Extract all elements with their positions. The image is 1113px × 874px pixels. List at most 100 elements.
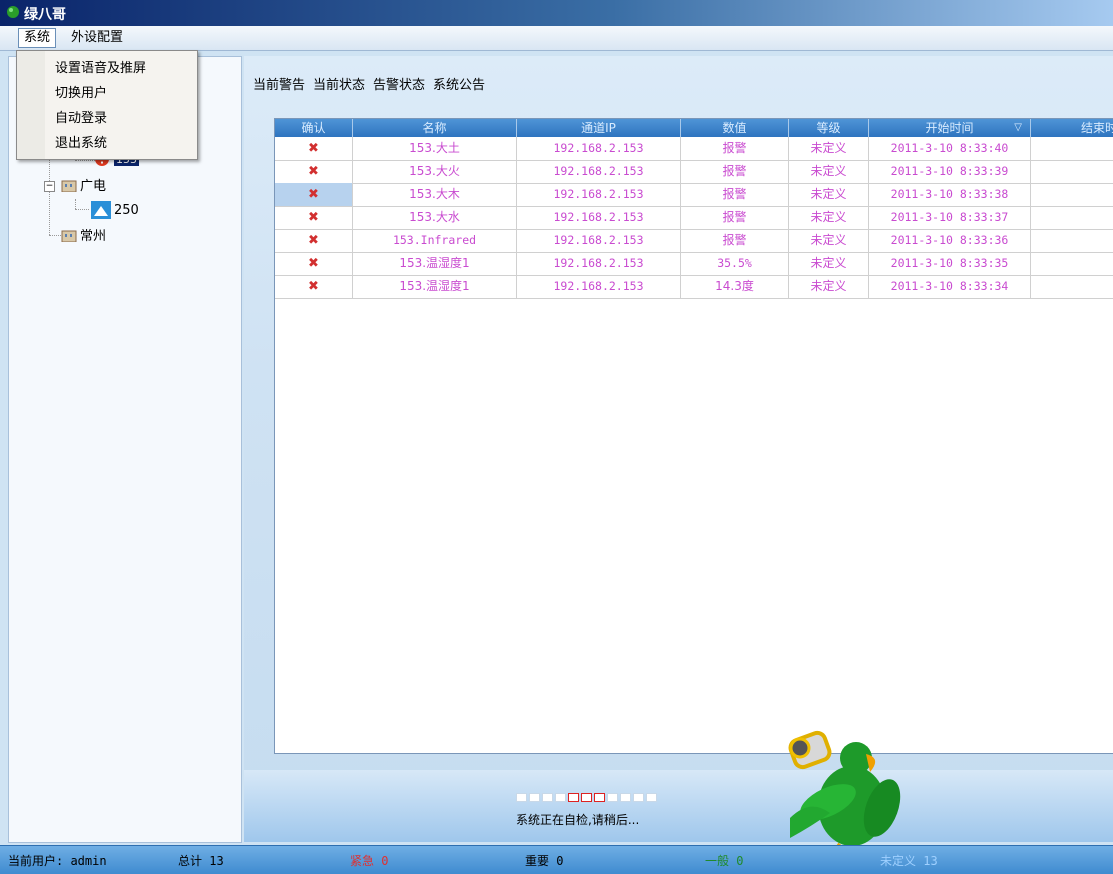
- progress-segment-active: [594, 793, 605, 802]
- parrot-mascot-icon: [788, 730, 901, 853]
- table-row[interactable]: ✖ 153.大水 192.168.2.153 报警 未定义 2011-3-10 8:33:…: [275, 206, 1113, 230]
- cell-ip: 192.168.2.153: [517, 275, 681, 298]
- cell-end-time: [1031, 137, 1113, 160]
- table-row[interactable]: ✖ 153.大木 192.168.2.153 报警 未定义 2011-3-10 8:33:…: [275, 183, 1113, 207]
- tab-system-notice[interactable]: 系统公告: [432, 74, 486, 93]
- tree-connector: [49, 157, 50, 235]
- app-logo-icon: [7, 6, 19, 18]
- progress-segment-active: [581, 793, 592, 802]
- cell-end-time: [1031, 183, 1113, 206]
- acknowledge-x-icon[interactable]: ✖: [308, 164, 319, 179]
- cell-end-time: [1031, 206, 1113, 229]
- cell-end-time: [1031, 252, 1113, 275]
- progress-segment: [607, 793, 618, 802]
- menu-peripheral-config[interactable]: 外设配置: [66, 29, 128, 47]
- menu-system[interactable]: 系统: [18, 28, 57, 48]
- cell-name: 153.大水: [353, 206, 517, 229]
- status-current-user: 当前用户: admin: [8, 854, 107, 868]
- acknowledge-x-icon[interactable]: ✖: [308, 187, 319, 202]
- cell-level: 未定义: [789, 252, 869, 275]
- cell-value: 14.3度: [681, 275, 789, 298]
- cell-start-time: 2011-3-10 8:33:35: [869, 252, 1031, 275]
- cell-ack[interactable]: ✖: [275, 206, 353, 229]
- cell-ack[interactable]: ✖: [275, 275, 353, 298]
- cell-ip: 192.168.2.153: [517, 183, 681, 206]
- column-header-ip[interactable]: 通道IP: [517, 119, 681, 137]
- status-total: 总计 13: [178, 854, 224, 868]
- menu-icon-gutter: [17, 51, 45, 159]
- cell-end-time: [1031, 160, 1113, 183]
- cell-level: 未定义: [789, 183, 869, 206]
- alarm-table: 确认 名称 通道IP 数值 等级 开始时间 ▽ 结束时 ✖ 153.大土 192.1…: [274, 118, 1113, 754]
- cell-end-time: [1031, 275, 1113, 298]
- cell-level: 未定义: [789, 275, 869, 298]
- progress-segment-active: [568, 793, 579, 802]
- progress-segment: [633, 793, 644, 802]
- cell-value: 报警: [681, 137, 789, 160]
- tree-collapse-icon[interactable]: −: [44, 181, 55, 192]
- cell-ack[interactable]: ✖: [275, 252, 353, 275]
- building-icon: [61, 180, 77, 192]
- system-menu-dropdown: 设置语音及推屏 切换用户 自动登录 退出系统: [16, 50, 198, 160]
- cell-start-time: 2011-3-10 8:33:36: [869, 229, 1031, 252]
- menu-item-auto-login[interactable]: 自动登录: [55, 107, 107, 126]
- acknowledge-x-icon[interactable]: ✖: [308, 210, 319, 225]
- tree-label: 250: [114, 202, 139, 218]
- table-row[interactable]: ✖ 153.温湿度1 192.168.2.153 14.3度 未定义 2011-3-10 …: [275, 275, 1113, 299]
- tree-node-group-changzhou[interactable]: 常州: [61, 225, 106, 244]
- tab-alarm-status[interactable]: 告警状态: [372, 74, 426, 93]
- cell-start-time: 2011-3-10 8:33:38: [869, 183, 1031, 206]
- table-row[interactable]: ✖ 153.大土 192.168.2.153 报警 未定义 2011-3-10 8:33:…: [275, 137, 1113, 161]
- cell-ip: 192.168.2.153: [517, 206, 681, 229]
- cell-name: 153.Infrared: [353, 229, 517, 252]
- table-row[interactable]: ✖ 153.温湿度1 192.168.2.153 35.5% 未定义 2011-3-10 …: [275, 252, 1113, 276]
- cell-level: 未定义: [789, 229, 869, 252]
- progress-segment: [529, 793, 540, 802]
- progress-segment: [555, 793, 566, 802]
- cell-ip: 192.168.2.153: [517, 137, 681, 160]
- progress-segment: [646, 793, 657, 802]
- cell-level: 未定义: [789, 160, 869, 183]
- tab-strip: 当前警告 当前状态 告警状态 系统公告: [252, 74, 486, 93]
- acknowledge-x-icon[interactable]: ✖: [308, 256, 319, 271]
- tree-node-device-250[interactable]: 250: [91, 201, 139, 219]
- status-area: [244, 770, 1113, 842]
- column-header-end-time[interactable]: 结束时: [1031, 119, 1113, 137]
- status-general: 一般 0: [705, 854, 744, 868]
- status-bar: 当前用户: admin 总计 13 紧急 0 重要 0 一般 0 未定义 13: [0, 845, 1113, 874]
- acknowledge-x-icon[interactable]: ✖: [308, 233, 319, 248]
- cell-value: 报警: [681, 206, 789, 229]
- cell-start-time: 2011-3-10 8:33:37: [869, 206, 1031, 229]
- menu-item-voice-settings[interactable]: 设置语音及推屏: [55, 57, 146, 76]
- tab-current-alarms[interactable]: 当前警告: [252, 74, 306, 93]
- cell-ack[interactable]: ✖: [275, 229, 353, 252]
- menu-item-switch-user[interactable]: 切换用户: [55, 82, 107, 101]
- column-header-value[interactable]: 数值: [681, 119, 789, 137]
- table-row[interactable]: ✖ 153.Infrared 192.168.2.153 报警 未定义 2011-3-10…: [275, 229, 1113, 253]
- menu-item-exit[interactable]: 退出系统: [55, 132, 107, 151]
- tree-connector: [75, 160, 95, 161]
- tree-node-group-guangdian[interactable]: 广电: [61, 175, 106, 194]
- cell-value: 报警: [681, 183, 789, 206]
- building-icon: [61, 230, 77, 242]
- column-header-ack[interactable]: 确认: [275, 119, 353, 137]
- title-bar: 绿八哥: [0, 0, 1113, 26]
- progress-segment: [542, 793, 553, 802]
- sort-desc-icon[interactable]: ▽: [1014, 119, 1022, 137]
- tab-current-status[interactable]: 当前状态: [312, 74, 366, 93]
- cell-value: 报警: [681, 160, 789, 183]
- column-header-level[interactable]: 等级: [789, 119, 869, 137]
- progress-segment: [620, 793, 631, 802]
- table-row[interactable]: ✖ 153.大火 192.168.2.153 报警 未定义 2011-3-10 8:33:…: [275, 160, 1113, 184]
- acknowledge-x-icon[interactable]: ✖: [308, 279, 319, 294]
- cell-ack[interactable]: ✖: [275, 137, 353, 160]
- column-header-name[interactable]: 名称: [353, 119, 517, 137]
- tree-label: 常州: [80, 229, 107, 244]
- cell-start-time: 2011-3-10 8:33:39: [869, 160, 1031, 183]
- cell-end-time: [1031, 229, 1113, 252]
- cell-ack[interactable]: ✖: [275, 160, 353, 183]
- cell-level: 未定义: [789, 137, 869, 160]
- column-header-start-time[interactable]: 开始时间 ▽: [869, 119, 1031, 137]
- cell-ack[interactable]: ✖: [275, 183, 353, 206]
- acknowledge-x-icon[interactable]: ✖: [308, 141, 319, 156]
